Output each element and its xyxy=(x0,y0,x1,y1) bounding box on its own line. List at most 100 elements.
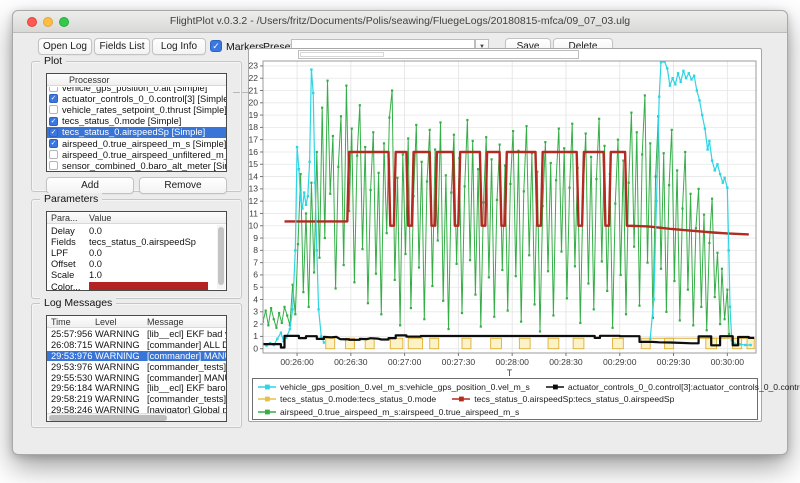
log-level: WARNING xyxy=(95,373,147,383)
plot-field-row[interactable]: vehicle_rates_setpoint_0.thrust [Simple] xyxy=(47,104,226,115)
parameter-row[interactable]: Scale1.0 xyxy=(47,270,217,281)
log-message-row[interactable]: 29:55:530WARNING[commander] MANUAL xyxy=(47,372,226,383)
parameter-value[interactable] xyxy=(89,282,217,290)
remove-field-button[interactable]: Remove xyxy=(139,177,227,194)
log-message: [commander] MANUAL xyxy=(147,373,226,383)
log-message-row[interactable]: 29:58:246WARNING[navigator] Global pos xyxy=(47,405,226,413)
plot-panel-title: Plot xyxy=(40,55,66,67)
svg-text:22: 22 xyxy=(249,73,258,83)
flight-chart[interactable]: 0123456789101112131415161718192021222300… xyxy=(249,49,761,379)
field-checkbox[interactable] xyxy=(49,87,58,92)
log-message: [commander_tests] Fa xyxy=(147,394,226,404)
parameter-row[interactable]: Color... xyxy=(47,281,217,290)
parameter-value[interactable]: 1.0 xyxy=(89,270,217,280)
field-label: actuator_controls_0_0.control[3] [Simple… xyxy=(62,94,226,104)
svg-text:11: 11 xyxy=(249,208,258,218)
parameter-row[interactable]: Fieldstecs_status_0.airspeedSp xyxy=(47,236,217,247)
parameter-row[interactable]: Offset0.0 xyxy=(47,259,217,270)
zoom-window-icon[interactable] xyxy=(59,17,69,27)
svg-text:16: 16 xyxy=(249,147,258,157)
parameter-name: Color... xyxy=(47,282,89,290)
log-info-button[interactable]: Log Info xyxy=(152,38,206,55)
plot-field-row[interactable]: airspeed_0.true_airspeed_unfiltered_m_s … xyxy=(47,149,226,160)
field-checkbox[interactable]: ✓ xyxy=(49,139,58,148)
log-message-row[interactable]: 29:58:219WARNING[commander_tests] Fa xyxy=(47,394,226,405)
markers-checkbox[interactable]: ✓ xyxy=(210,40,222,52)
svg-text:3: 3 xyxy=(253,307,258,317)
svg-text:8: 8 xyxy=(253,245,258,255)
parameter-name: Fields xyxy=(47,237,89,247)
col-level: Level xyxy=(95,316,147,327)
log-message-row[interactable]: 26:08:715WARNING[commander] ALL DAT xyxy=(47,340,226,351)
parameters-table-header[interactable]: Para... Value xyxy=(47,212,226,224)
svg-text:1: 1 xyxy=(253,331,258,341)
field-checkbox[interactable]: ✓ xyxy=(49,128,58,137)
parameters-panel: Parameters Para... Value Delay0.0Fieldst… xyxy=(31,199,242,299)
plot-field-row[interactable]: sensor_combined_0.baro_alt_meter [Simple… xyxy=(47,160,226,171)
parameter-value[interactable]: 0.0 xyxy=(89,259,217,269)
legend-entry: vehicle_gps_position_0.vel_m_s:vehicle_g… xyxy=(258,382,530,392)
legend-series-marker-icon xyxy=(258,395,276,403)
svg-text:23: 23 xyxy=(249,61,258,71)
log-table-header[interactable]: Time Level Message xyxy=(47,316,226,328)
plot-field-row[interactable]: ✓airspeed_0.true_airspeed_m_s [Simple] xyxy=(47,138,226,149)
svg-text:00:30:00: 00:30:00 xyxy=(711,357,745,367)
parameter-value[interactable]: 0.0 xyxy=(89,226,217,236)
add-field-button[interactable]: Add xyxy=(46,177,134,194)
app-window: FlightPlot v.0.3.2 - /Users/fritz/Docume… xyxy=(12,10,788,455)
field-checkbox[interactable]: ✓ xyxy=(49,117,58,126)
svg-text:21: 21 xyxy=(249,85,258,95)
legend-series-marker-icon xyxy=(258,408,276,416)
field-checkbox[interactable] xyxy=(49,150,58,159)
log-message-row[interactable]: 29:53:976WARNING[commander] MANUAL xyxy=(47,351,226,362)
plot-fields-header[interactable]: Processor xyxy=(47,74,226,86)
log-message-row[interactable]: 29:56:184WARNING[lib__ecl] EKF baro hgt xyxy=(47,383,226,394)
log-messages-table[interactable]: Time Level Message 25:57:956WARNING[lib_… xyxy=(46,315,227,422)
svg-text:10: 10 xyxy=(249,221,258,231)
plot-field-row[interactable]: ✓tecs_status_0.mode [Simple] xyxy=(47,116,226,127)
log-messages-panel: Log Messages Time Level Message 25:57:95… xyxy=(31,303,242,428)
parameter-row[interactable]: Delay0.0 xyxy=(47,225,217,236)
legend-series-marker-icon xyxy=(452,395,470,403)
minimize-window-icon[interactable] xyxy=(43,17,53,27)
title-bar[interactable]: FlightPlot v.0.3.2 - /Users/fritz/Docume… xyxy=(13,11,787,33)
open-log-button[interactable]: Open Log xyxy=(38,38,92,55)
parameters-table[interactable]: Para... Value Delay0.0Fieldstecs_status_… xyxy=(46,211,227,291)
log-time: 29:53:976 xyxy=(47,362,95,372)
parameter-value[interactable]: tecs_status_0.airspeedSp xyxy=(89,237,217,247)
log-horizontal-scrollbar[interactable] xyxy=(47,413,226,421)
close-window-icon[interactable] xyxy=(27,17,37,27)
parameters-scrollbar[interactable] xyxy=(217,225,225,289)
log-message-row[interactable]: 25:57:956WARNING[lib__ecl] EKF bad yaw xyxy=(47,329,226,340)
field-checkbox[interactable]: ✓ xyxy=(49,94,58,103)
plot-field-row[interactable]: ✓tecs_status_0.airspeedSp [Simple] xyxy=(47,127,226,138)
log-time: 29:58:219 xyxy=(47,394,95,404)
color-swatch[interactable] xyxy=(89,282,208,290)
log-level: WARNING xyxy=(95,405,147,413)
log-level: WARNING xyxy=(95,340,147,350)
legend-entry: tecs_status_0.mode:tecs_status_0.mode xyxy=(258,394,436,404)
fields-list-button[interactable]: Fields List xyxy=(94,38,150,55)
log-level: WARNING xyxy=(95,351,147,361)
field-checkbox[interactable] xyxy=(49,161,58,170)
field-checkbox[interactable] xyxy=(49,105,58,114)
log-level: WARNING xyxy=(95,329,147,339)
plot-field-row[interactable]: vehicle_gps_position_0.alt [Simple] xyxy=(47,87,226,93)
chart-legend: vehicle_gps_position_0.vel_m_s:vehicle_g… xyxy=(252,378,758,420)
svg-text:00:28:00: 00:28:00 xyxy=(495,357,529,367)
svg-text:0: 0 xyxy=(253,343,258,353)
svg-text:19: 19 xyxy=(249,110,258,120)
log-message: [commander] ALL DAT xyxy=(147,340,226,350)
svg-text:15: 15 xyxy=(249,159,258,169)
legend-row: tecs_status_0.mode:tecs_status_0.modetec… xyxy=(258,393,752,405)
parameter-value[interactable]: 0.0 xyxy=(89,248,217,258)
svg-text:00:28:30: 00:28:30 xyxy=(549,357,583,367)
log-level: WARNING xyxy=(95,394,147,404)
field-label: airspeed_0.true_airspeed_unfiltered_m_s … xyxy=(62,150,226,160)
plot-field-row[interactable]: ✓ actuator_controls_0_0.control[3] [Simpl… xyxy=(47,93,226,104)
log-time: 26:08:715 xyxy=(47,340,95,350)
log-message: [navigator] Global pos xyxy=(147,405,226,413)
parameter-row[interactable]: LPF0.0 xyxy=(47,247,217,258)
plot-fields-list[interactable]: Processor vehicle_gps_position_0.alt [Si… xyxy=(46,73,227,172)
log-message-row[interactable]: 29:53:976WARNING[commander_tests] Fa xyxy=(47,361,226,372)
